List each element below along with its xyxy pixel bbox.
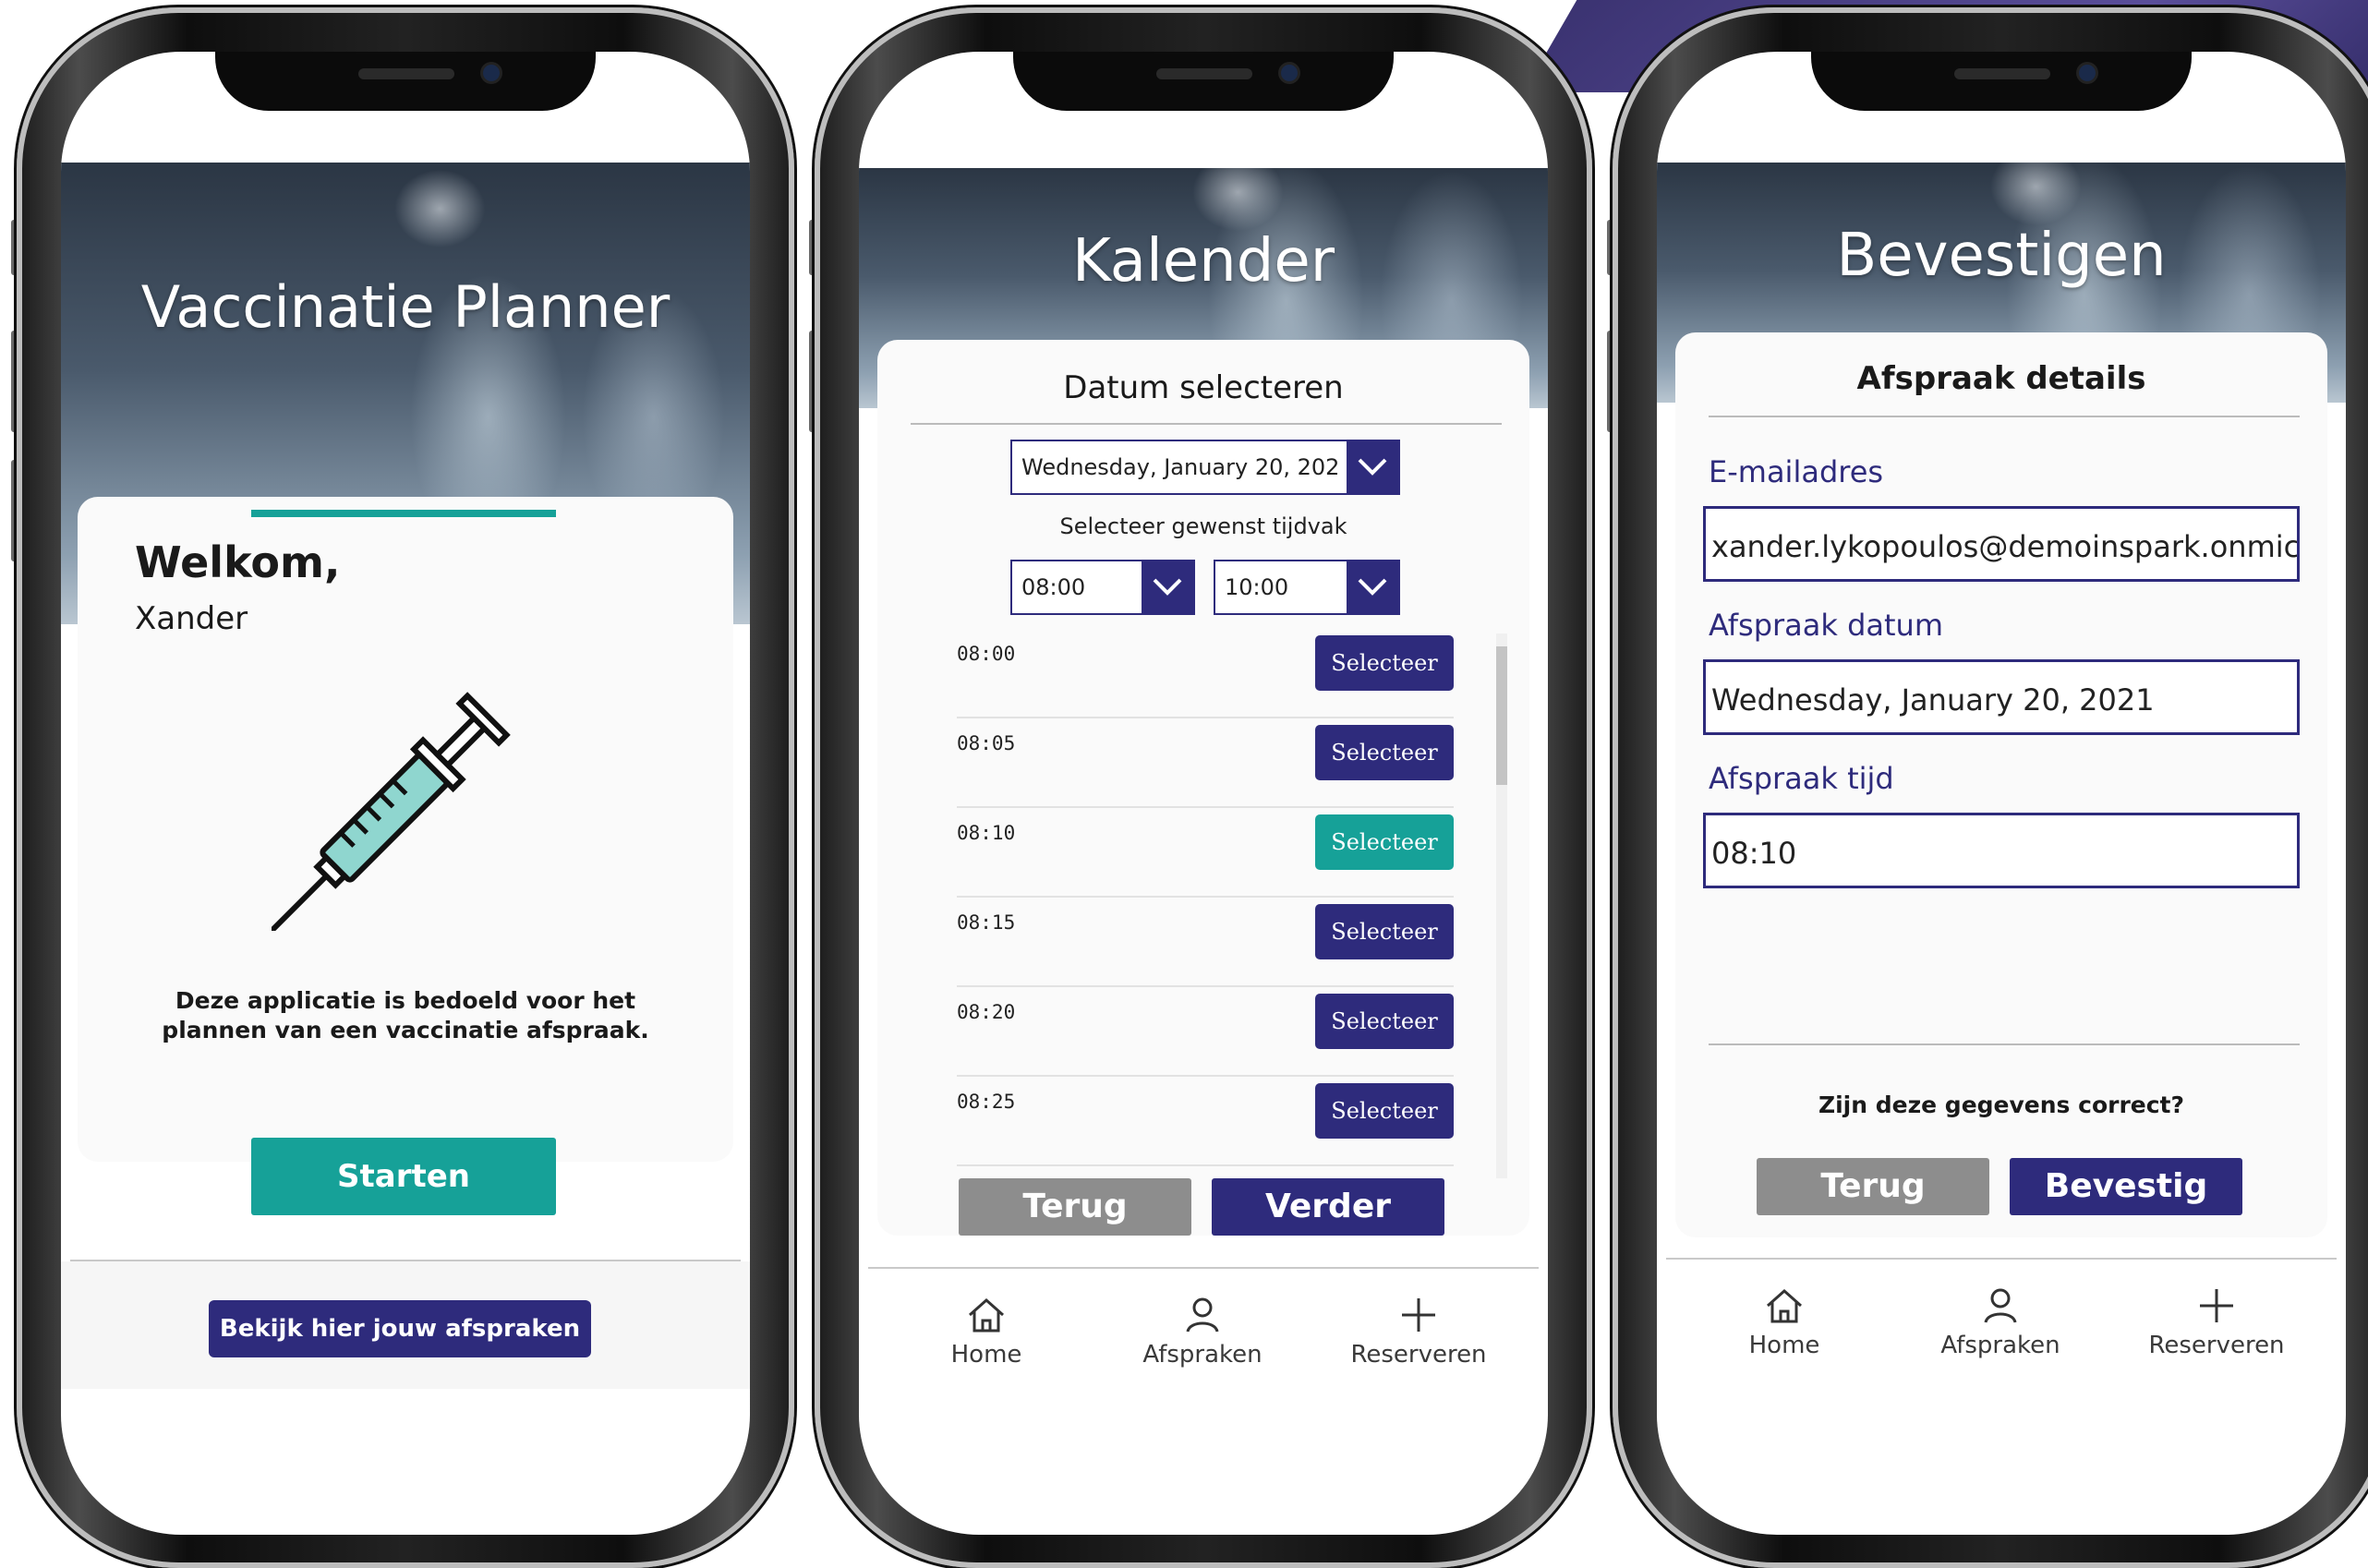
- scrollbar[interactable]: [1496, 633, 1507, 1178]
- phone-notch: [215, 52, 596, 111]
- plus-icon: [1402, 1298, 1435, 1332]
- list-item: 08:05 Selecteer: [957, 725, 1454, 814]
- date-label: Afspraak datum: [1709, 608, 1943, 643]
- confirm-button[interactable]: Bevestig: [2010, 1158, 2242, 1215]
- nav-reserve[interactable]: Reserveren: [1335, 1295, 1502, 1369]
- divider: [1709, 1043, 2300, 1045]
- from-time-select[interactable]: 08:00: [1010, 560, 1195, 615]
- phone-screen: Bevestigen Afspraak details E-mailadres …: [1657, 52, 2346, 1535]
- view-appointments-button[interactable]: Bekijk hier jouw afspraken: [209, 1300, 591, 1357]
- slot-time: 08:00: [957, 643, 1016, 665]
- slot-time: 08:20: [957, 1001, 1016, 1023]
- page-title: Vaccinatie Planner: [140, 273, 671, 341]
- select-slot-button[interactable]: Selecteer: [1315, 994, 1454, 1049]
- page-title: Bevestigen: [1836, 222, 2167, 290]
- calendar-card: Datum selecteren Wednesday, January 20, …: [877, 340, 1529, 1236]
- divider: [911, 423, 1502, 425]
- confirm-question: Zijn deze gegevens correct?: [1818, 1092, 2185, 1118]
- user-icon: [1186, 1297, 1219, 1333]
- email-field[interactable]: xander.lykopoulos@demoinspark.onmicr: [1703, 506, 2300, 582]
- phone-screen: Vaccinatie Planner Welkom, Xander Deze a…: [61, 52, 750, 1535]
- time-slot-list[interactable]: 08:00 Selecteer 08:05 Selecteer 08:10 Se…: [957, 635, 1454, 1171]
- syringe-icon: [272, 692, 511, 931]
- slot-time: 08:15: [957, 911, 1016, 934]
- nav-appointments-label: Afspraken: [1940, 1332, 2060, 1359]
- list-item: 08:20 Selecteer: [957, 994, 1454, 1082]
- to-time-select[interactable]: 10:00: [1214, 560, 1400, 615]
- to-time-value: 10:00: [1225, 574, 1289, 600]
- phone-welcome: Vaccinatie Planner Welkom, Xander Deze a…: [11, 7, 794, 1568]
- phone-notch: [1013, 52, 1394, 111]
- phone-notch: [1811, 52, 2192, 111]
- user-icon: [1984, 1288, 2017, 1323]
- list-item: 08:00 Selecteer: [957, 635, 1454, 724]
- app-description: Deze applicatie is bedoeld voor het plan…: [162, 987, 649, 1043]
- select-slot-button[interactable]: Selecteer: [1315, 725, 1454, 780]
- chevron-down-icon: [1142, 561, 1193, 613]
- select-slot-button[interactable]: Selecteer: [1315, 635, 1454, 691]
- home-icon: [1767, 1288, 1802, 1323]
- select-slot-button-selected[interactable]: Selecteer: [1315, 814, 1454, 870]
- divider: [1666, 1258, 2337, 1260]
- scrollbar-thumb[interactable]: [1496, 646, 1507, 785]
- slot-label: Selecteer gewenst tijdvak: [1059, 513, 1347, 539]
- nav-home-label: Home: [1748, 1332, 1820, 1359]
- list-item: 08:10 Selecteer: [957, 814, 1454, 903]
- phone-confirm: Bevestigen Afspraak details E-mailadres …: [1607, 7, 2368, 1568]
- email-label: E-mailadres: [1709, 454, 1884, 489]
- nav-appointments-label: Afspraken: [1142, 1341, 1263, 1369]
- list-item: 08:15 Selecteer: [957, 904, 1454, 993]
- user-name: Xander: [135, 600, 248, 637]
- time-label: Afspraak tijd: [1709, 761, 1894, 796]
- welcome-card: Welkom, Xander Deze applicatie is bedoel…: [78, 497, 733, 1162]
- page-title: Kalender: [1071, 227, 1335, 296]
- details-card: Afspraak details E-mailadres xander.lyko…: [1675, 332, 2327, 1237]
- welcome-heading: Welkom,: [135, 537, 341, 587]
- card-title: Afspraak details: [1856, 360, 2146, 397]
- accent-bar: [251, 510, 556, 517]
- nav-reserve-label: Reserveren: [1350, 1341, 1487, 1369]
- select-slot-button[interactable]: Selecteer: [1315, 904, 1454, 959]
- nav-home[interactable]: Home: [903, 1295, 1069, 1369]
- divider: [868, 1267, 1539, 1269]
- next-button[interactable]: Verder: [1212, 1178, 1444, 1236]
- chevron-down-icon: [1347, 561, 1398, 613]
- divider: [1709, 416, 2300, 417]
- card-title: Datum selecteren: [1063, 369, 1344, 406]
- phone-calendar: Kalender Datum selecteren Wednesday, Jan…: [809, 7, 1592, 1568]
- nav-reserve-label: Reserveren: [2148, 1332, 2285, 1359]
- slot-time: 08:10: [957, 822, 1016, 844]
- slot-time: 08:05: [957, 732, 1016, 754]
- select-slot-button[interactable]: Selecteer: [1315, 1083, 1454, 1139]
- chevron-down-icon: [1347, 441, 1398, 493]
- date-field[interactable]: Wednesday, January 20, 2021: [1703, 659, 2300, 735]
- nav-home[interactable]: Home: [1701, 1285, 1867, 1359]
- date-picker-value: Wednesday, January 20, 202: [1021, 454, 1340, 480]
- home-icon: [969, 1297, 1004, 1333]
- nav-appointments[interactable]: Afspraken: [1119, 1295, 1286, 1369]
- nav-home-label: Home: [950, 1341, 1022, 1369]
- date-picker[interactable]: Wednesday, January 20, 202: [1010, 440, 1400, 495]
- nav-reserve[interactable]: Reserveren: [2133, 1285, 2300, 1359]
- start-button[interactable]: Starten: [251, 1138, 556, 1215]
- list-item: 08:25 Selecteer: [957, 1083, 1454, 1171]
- back-button[interactable]: Terug: [1757, 1158, 1989, 1215]
- time-field[interactable]: 08:10: [1703, 813, 2300, 888]
- back-button[interactable]: Terug: [959, 1178, 1191, 1236]
- phone-screen: Kalender Datum selecteren Wednesday, Jan…: [859, 52, 1548, 1535]
- plus-icon: [2200, 1289, 2233, 1322]
- from-time-value: 08:00: [1021, 574, 1086, 600]
- slot-time: 08:25: [957, 1091, 1016, 1113]
- nav-appointments[interactable]: Afspraken: [1917, 1285, 2084, 1359]
